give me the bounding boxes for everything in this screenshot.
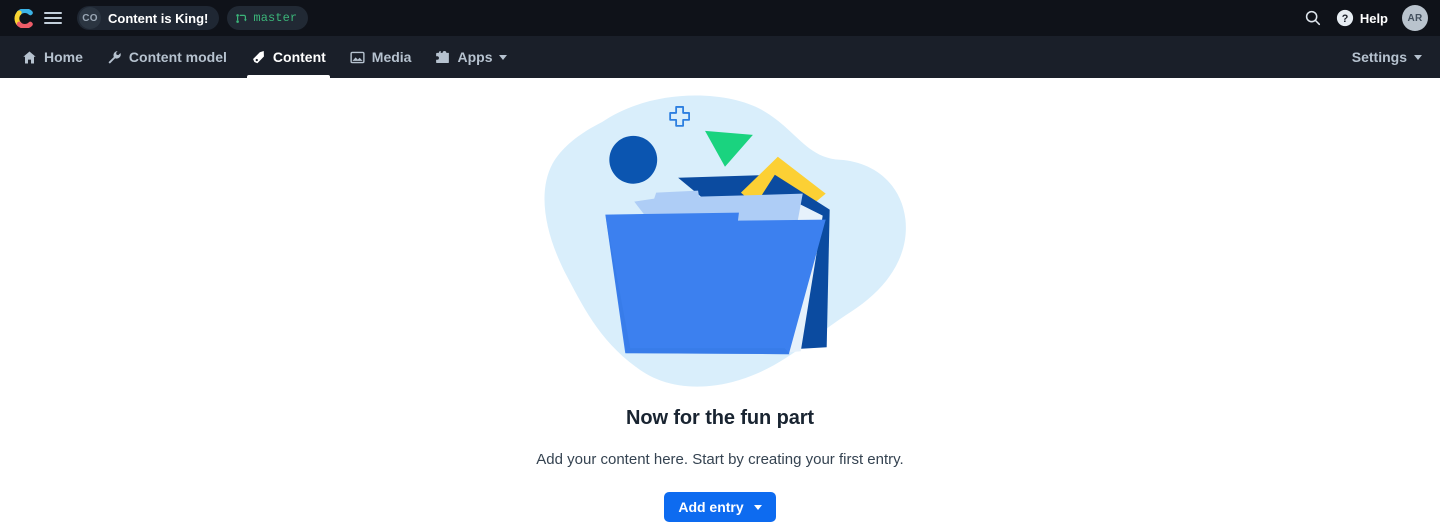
- settings-label: Settings: [1351, 49, 1407, 65]
- environment-selector[interactable]: master: [227, 6, 309, 30]
- space-avatar: CO: [79, 7, 101, 29]
- wrench-icon: [108, 50, 121, 64]
- top-bar-left-group: CO Content is King! master: [14, 6, 309, 30]
- nav-item-content-model[interactable]: Content model: [95, 36, 239, 78]
- nav-item-content[interactable]: Content: [239, 36, 338, 78]
- space-name-label: Content is King!: [108, 10, 209, 26]
- nav-item-apps[interactable]: Apps: [423, 36, 519, 78]
- hamburger-bar: [44, 12, 62, 14]
- help-label: Help: [1359, 10, 1388, 26]
- hamburger-menu-icon[interactable]: [43, 8, 63, 28]
- image-icon: [350, 51, 365, 63]
- add-entry-label: Add entry: [678, 499, 744, 516]
- space-selector[interactable]: CO Content is King!: [77, 6, 220, 30]
- chevron-down-icon: [1414, 54, 1422, 60]
- page-title: Now for the fun part: [626, 407, 814, 430]
- hamburger-bar: [44, 22, 62, 24]
- puzzle-piece-icon: [436, 50, 450, 63]
- search-button[interactable]: [1304, 9, 1322, 27]
- nav-item-home-label: Home: [44, 49, 83, 65]
- top-bar: CO Content is King! master ? Help AR: [0, 0, 1440, 36]
- folder-front-panel: [605, 212, 826, 355]
- contentful-logo-icon[interactable]: [14, 8, 33, 28]
- top-bar-right-group: ? Help AR: [1304, 5, 1428, 31]
- environment-name-label: master: [253, 11, 298, 25]
- nav-item-content-label: Content: [272, 49, 326, 65]
- search-icon: [1305, 10, 1320, 26]
- nav-item-media-label: Media: [371, 49, 412, 65]
- empty-folder-illustration: [544, 95, 906, 387]
- nav-items-group: Home Content model Content Media Apps: [10, 36, 519, 78]
- question-circle-icon: ?: [1336, 9, 1353, 27]
- settings-menu-button[interactable]: Settings: [1348, 49, 1426, 65]
- branch-icon: [236, 13, 248, 23]
- nav-item-home[interactable]: Home: [10, 36, 95, 78]
- chevron-down-icon: [753, 504, 762, 510]
- help-button[interactable]: ? Help: [1336, 9, 1388, 27]
- pen-nib-icon: [252, 50, 264, 63]
- main-navigation-bar: Home Content model Content Media Apps Se…: [0, 36, 1440, 78]
- empty-state-container: Now for the fun part Add your content he…: [0, 78, 1440, 522]
- nav-item-media[interactable]: Media: [338, 36, 424, 78]
- home-icon: [23, 51, 36, 63]
- add-entry-button[interactable]: Add entry: [664, 492, 776, 522]
- nav-item-apps-label: Apps: [457, 49, 493, 65]
- svg-text:?: ?: [1342, 13, 1349, 25]
- page-subtitle: Add your content here. Start by creating…: [536, 451, 904, 469]
- circle-decoration: [609, 135, 658, 184]
- hamburger-bar: [44, 17, 62, 19]
- nav-item-content-model-label: Content model: [128, 49, 227, 65]
- user-avatar[interactable]: AR: [1402, 5, 1428, 31]
- nav-right-group: Settings: [1348, 36, 1426, 78]
- chevron-down-icon: [499, 54, 508, 60]
